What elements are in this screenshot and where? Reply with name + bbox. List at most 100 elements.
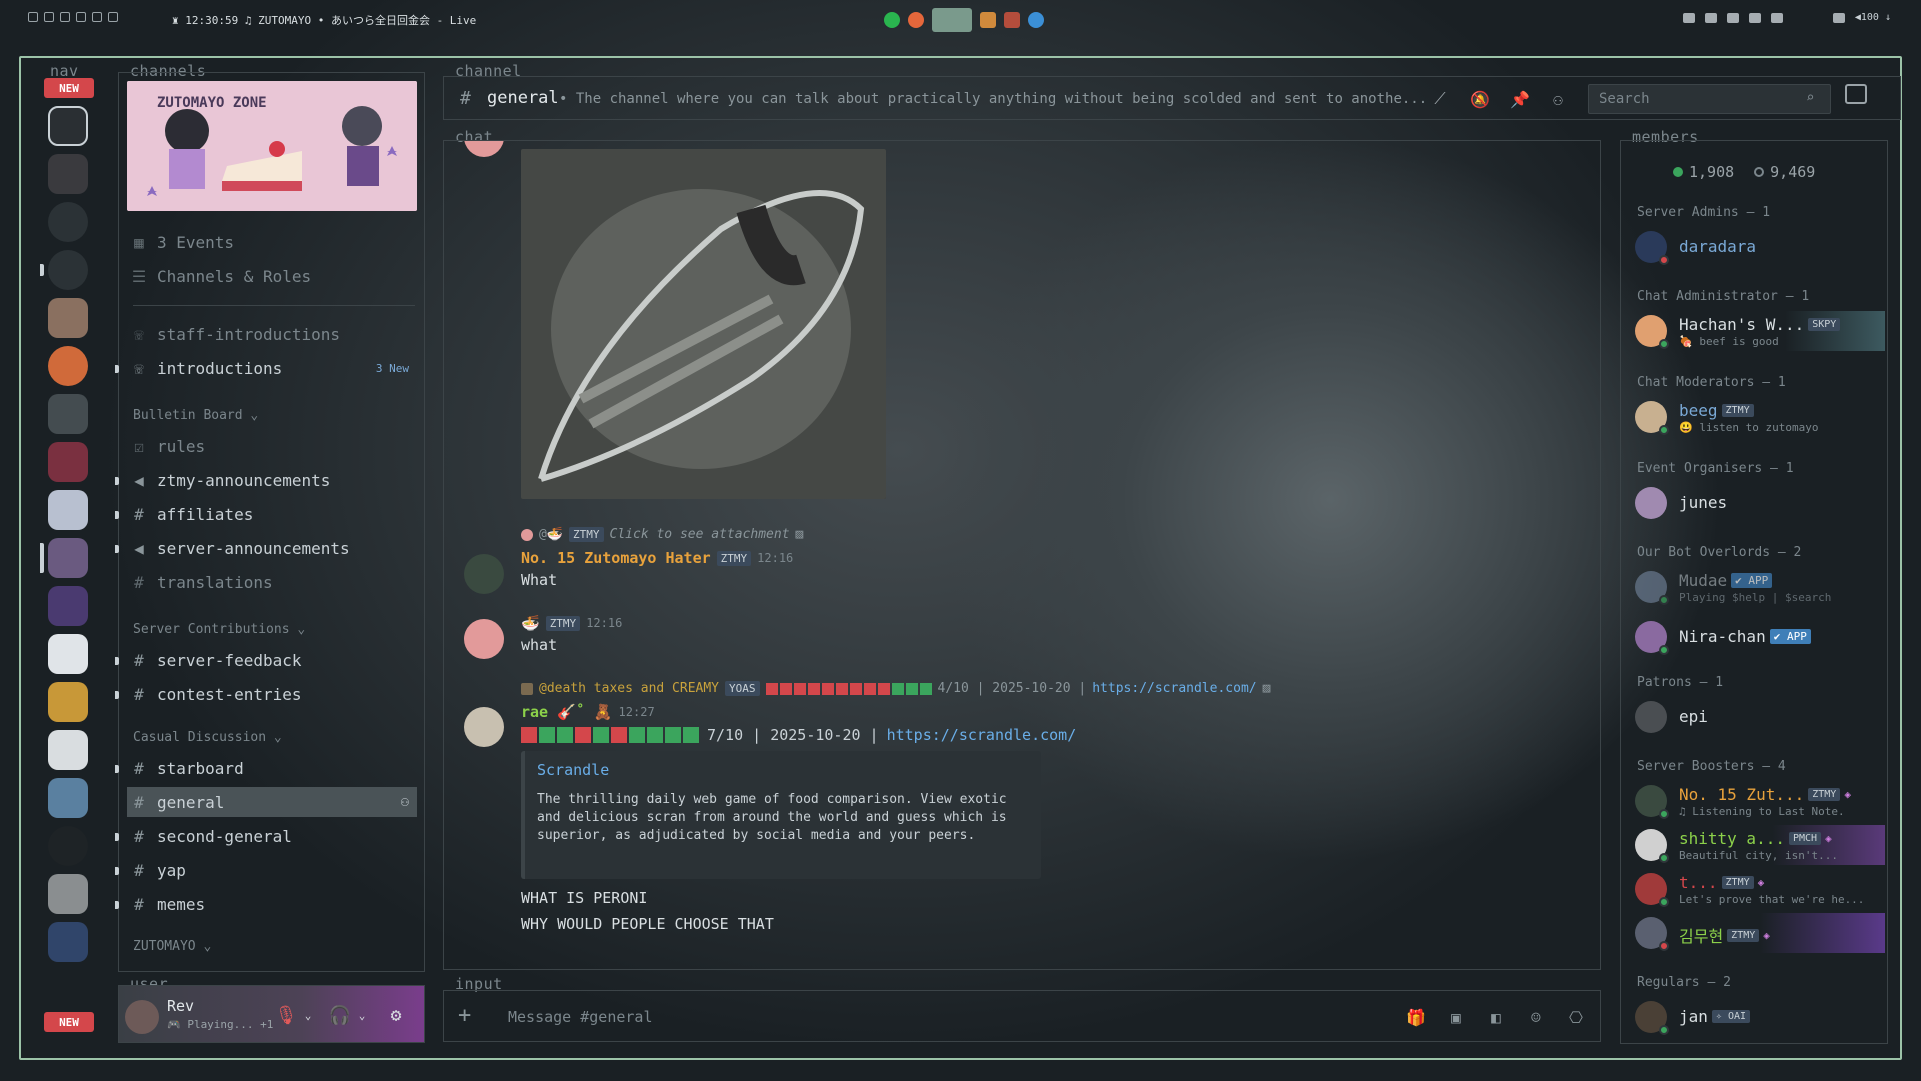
folder-icon[interactable] [60, 12, 70, 22]
server-icon[interactable] [48, 778, 88, 818]
new-badge[interactable]: NEW [44, 78, 94, 98]
channel-topic[interactable]: • The channel where you can talk about p… [559, 91, 1559, 107]
member-junes[interactable]: junes [1635, 483, 1885, 523]
category-bulletin-board[interactable]: Bulletin Board ⌄ [133, 408, 258, 423]
channel-memes[interactable]: # memes [115, 889, 417, 919]
server-icon[interactable] [48, 874, 88, 914]
server-banner[interactable]: ZUTOMAYO ZONE [127, 81, 417, 211]
gear-icon[interactable]: ⚙ [385, 1004, 407, 1026]
channel-affiliates[interactable]: # affiliates [115, 499, 417, 529]
reply-preview[interactable]: @death taxes and CREAMY YOAS 4/10 | 2025… [521, 681, 1270, 696]
sticker-icon[interactable]: ◧ [1484, 1005, 1508, 1029]
power-icon[interactable] [28, 12, 38, 22]
server-icon[interactable] [48, 634, 88, 674]
member-hachan[interactable]: Hachan's W... SKPY 🍖 beef is good [1635, 311, 1885, 351]
member-daradara[interactable]: daradara [1635, 227, 1885, 267]
gamepad-icon[interactable] [92, 12, 102, 22]
message-list[interactable]: @🍜 ZTMY Click to see attachment ▨ No. 15… [443, 140, 1601, 970]
plus-icon[interactable]: + [458, 1003, 471, 1028]
channel-server-announcements[interactable]: ◀ server-announcements [115, 533, 417, 563]
channel-server-feedback[interactable]: # server-feedback [115, 645, 417, 675]
reply-preview[interactable]: @🍜 ZTMY Click to see attachment ▨ [521, 527, 803, 542]
server-icon-zutomayo[interactable] [40, 538, 88, 578]
microphone-muted-icon[interactable]: 🎙 [275, 1004, 298, 1026]
channel-yap[interactable]: # yap [115, 855, 417, 885]
emoji-icon[interactable]: ☺ [1524, 1005, 1548, 1029]
server-icon[interactable] [48, 922, 88, 962]
channel-starboard[interactable]: # starboard [115, 753, 417, 783]
spotify-icon[interactable] [884, 12, 900, 28]
username[interactable]: Rev [167, 997, 194, 1015]
member-beeg[interactable]: beeg ZTMY 😃 listen to zutomayo [1635, 397, 1885, 437]
member-list-icon[interactable]: ⚇ [1546, 87, 1570, 111]
cloud-icon[interactable] [1770, 12, 1783, 23]
message-author[interactable]: No. 15 Zutomayo Hater ZTMY 12:16 [521, 549, 793, 567]
pin-icon[interactable]: 📌 [1508, 87, 1532, 111]
channel-general[interactable]: # general ⚇ [127, 787, 417, 817]
avatar[interactable] [464, 619, 504, 659]
message-author[interactable]: 🍜 ZTMY 12:16 [521, 614, 622, 632]
channel-events[interactable]: ▦ 3 Events [127, 227, 417, 257]
member-epi[interactable]: epi [1635, 697, 1885, 737]
member-booster-4[interactable]: 김무현 ZTMY ◈ [1635, 913, 1885, 953]
server-icon[interactable] [40, 250, 88, 290]
user-avatar[interactable] [125, 1000, 159, 1034]
avatar[interactable] [464, 141, 504, 157]
settings-icon[interactable] [76, 12, 86, 22]
member-nira-chan[interactable]: Nira-chan ✔ APP [1635, 617, 1885, 657]
avatar[interactable] [464, 554, 504, 594]
member-booster-1[interactable]: No. 15 Zut... ZTMY ◈ ♫ Listening to Last N… [1635, 781, 1885, 821]
server-icon[interactable] [48, 346, 88, 386]
server-icon[interactable] [48, 394, 88, 434]
avatar[interactable] [464, 707, 504, 747]
server-icon[interactable] [48, 730, 88, 770]
message-input[interactable] [508, 1003, 1308, 1031]
category-casual-discussion[interactable]: Casual Discussion ⌄ [133, 730, 282, 745]
new-badge-bottom[interactable]: NEW [44, 1012, 94, 1032]
message-author[interactable]: rae 🎸˚ 🧸 12:27 [521, 703, 655, 721]
discord-active-icon[interactable] [932, 8, 972, 32]
wifi-icon[interactable] [1704, 12, 1717, 23]
category-zutomayo[interactable]: ZUTOMAYO ⌄ [133, 939, 211, 954]
server-icon[interactable] [48, 442, 88, 482]
chevron-down-icon[interactable]: ⌄ [351, 1004, 373, 1026]
gamepad-icon[interactable]: ⎔ [1564, 1005, 1588, 1029]
gift-icon[interactable]: 🎁 [1404, 1005, 1428, 1029]
member-jan[interactable]: jan ✧ OAI [1635, 997, 1885, 1037]
category-server-contributions[interactable]: Server Contributions ⌄ [133, 622, 305, 637]
server-icon[interactable] [48, 202, 88, 242]
channel-introductions[interactable]: ☏ introductions 3 New [115, 353, 417, 383]
gif-icon[interactable]: ▣ [1444, 1005, 1468, 1029]
channel-contest-entries[interactable]: # contest-entries [115, 679, 417, 709]
volume-level[interactable]: ◀100 ↓ [1855, 12, 1891, 23]
inbox-icon[interactable] [1845, 84, 1867, 104]
app-icon-2[interactable] [1004, 12, 1020, 28]
window-icon[interactable] [108, 12, 118, 22]
channel-ztmy-announcements[interactable]: ◀ ztmy-announcements [115, 465, 417, 495]
server-icon[interactable] [48, 298, 88, 338]
shield-icon[interactable] [1726, 12, 1739, 23]
member-mudae[interactable]: Mudae ✔ APP Playing $help | $search [1635, 567, 1885, 607]
member-booster-2[interactable]: shitty a... PMCH ◈ Beautiful city, isn't..… [1635, 825, 1885, 865]
network-icon[interactable] [1832, 12, 1845, 23]
channel-staff-introductions[interactable]: ☏ staff-introductions [127, 319, 417, 349]
member-booster-3[interactable]: t... ZTMY ◈ Let's prove that we're he... [1635, 869, 1885, 909]
steam-icon[interactable] [1028, 12, 1044, 28]
add-member-icon[interactable]: ⚇ [401, 794, 417, 810]
notification-muted-icon[interactable]: 🔕 [1468, 87, 1492, 111]
link[interactable]: https://scrandle.com/ [887, 726, 1077, 744]
search-input[interactable] [1588, 84, 1831, 114]
image-attachment[interactable] [521, 149, 886, 499]
channel-translations[interactable]: # translations [127, 567, 417, 597]
headphones-icon[interactable]: 🎧 [329, 1004, 351, 1026]
server-icon[interactable] [48, 490, 88, 530]
server-icon[interactable] [48, 106, 88, 146]
server-icon[interactable] [48, 682, 88, 722]
menu-icon[interactable] [44, 12, 54, 22]
threads-icon[interactable]: ⟋ [1428, 87, 1452, 111]
link[interactable]: https://scrandle.com/ [1092, 681, 1256, 696]
channel-rules[interactable]: ☑ rules [127, 431, 417, 461]
channel-second-general[interactable]: # second-general [115, 821, 417, 851]
server-icon[interactable] [48, 154, 88, 194]
server-icon[interactable] [48, 826, 88, 866]
